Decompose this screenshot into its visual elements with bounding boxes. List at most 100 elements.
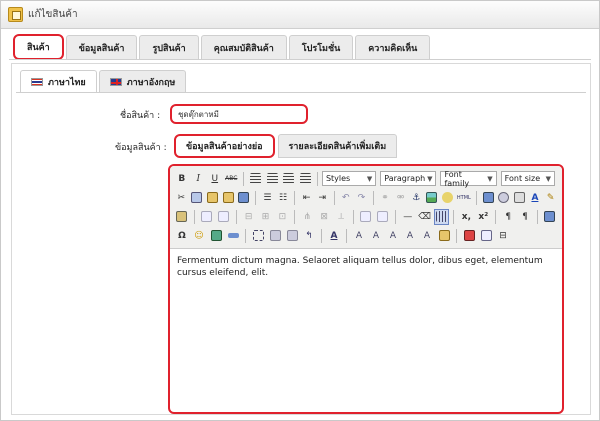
insert-column-icon[interactable]: ⊞	[258, 209, 274, 225]
page-break-icon[interactable]	[478, 228, 494, 244]
tab-comments[interactable]: ความคิดเห็น	[355, 35, 431, 59]
format-select-label: Paragraph	[384, 174, 426, 183]
visual-grid-icon[interactable]	[433, 208, 450, 225]
bold-button[interactable]: B	[174, 171, 190, 187]
delete-column-icon[interactable]: ⊠	[316, 209, 332, 225]
tab-promotion[interactable]: โปรโมชั่น	[288, 35, 354, 59]
edit-css-icon[interactable]	[174, 209, 190, 225]
italic-button[interactable]: I	[191, 171, 207, 187]
media-icon[interactable]	[542, 209, 558, 225]
special-char-icon[interactable]: Ω	[174, 228, 190, 244]
cite-icon[interactable]: A	[351, 228, 367, 244]
editor-content[interactable]: Fermentum dictum magna. Selaoret aliquam…	[170, 249, 562, 285]
toolbar-row-2: ✂ ☰ ☷ ⇤ ⇥ ↶ ↷ ⚭ ⚮ ⚓ HTML A ✎	[174, 188, 558, 207]
ins-icon[interactable]: A	[419, 228, 435, 244]
styles-select-label: Styles	[325, 174, 351, 183]
move-backward-icon[interactable]: ↰	[301, 228, 317, 244]
remove-format-icon[interactable]: ⌫	[417, 209, 433, 225]
info-tabs: ข้อมูลสินค้าอย่างย่อ รายละเอียดสินค้าเพิ…	[174, 134, 398, 158]
visual-aid-icon[interactable]	[358, 209, 374, 225]
font-family-select[interactable]: Font family ▼	[440, 170, 497, 188]
anchor-icon[interactable]: ⚓	[409, 190, 424, 206]
tab-product[interactable]: สินค้า	[13, 34, 64, 60]
paste-icon[interactable]	[205, 190, 220, 206]
product-name-label: ชื่อสินค้า :	[120, 111, 161, 121]
indent-icon[interactable]: ⇥	[315, 190, 330, 206]
template-icon[interactable]	[461, 228, 477, 244]
copy-icon[interactable]	[190, 190, 205, 206]
styleprops-icon[interactable]: A	[326, 228, 342, 244]
fullscreen-icon[interactable]: ⊟	[495, 228, 511, 244]
undo-icon[interactable]: ↶	[338, 190, 353, 206]
chevron-down-icon: ▼	[366, 174, 373, 183]
tab-full-details[interactable]: รายละเอียดสินค้าเพิ่มเติม	[277, 134, 398, 158]
product-name-input[interactable]	[170, 104, 308, 124]
highlight-color-icon[interactable]: ✎	[543, 190, 558, 206]
tab-english-label: ภาษาอังกฤษ	[126, 77, 176, 88]
tab-thai[interactable]: ภาษาไทย	[20, 70, 97, 92]
split-cells-icon[interactable]: ⋔	[299, 209, 315, 225]
insert-row-before-icon[interactable]	[199, 209, 215, 225]
merge-cells-icon[interactable]: ⊡	[274, 209, 290, 225]
redo-icon[interactable]: ↷	[354, 190, 369, 206]
align-justify-icon[interactable]	[297, 171, 313, 187]
move-forward-icon[interactable]	[284, 228, 300, 244]
product-edit-window: แก้ไขสินค้า สินค้า ข้อมูลสินค้า รูปสินค้…	[0, 0, 600, 421]
cell-props-icon[interactable]	[512, 190, 527, 206]
html-source-icon[interactable]: HTML	[456, 190, 472, 206]
toolbar-row-3: ⊟ ⊞ ⊡ ⋔ ⊠ ⟂ — ⌫ x, x² ¶ ¶	[174, 207, 558, 226]
tab-product-properties[interactable]: คุณสมบัติสินค้า	[200, 35, 287, 59]
unlink-icon[interactable]: ⚮	[393, 190, 408, 206]
superscript-icon[interactable]: x²	[475, 209, 491, 225]
styles-select[interactable]: Styles ▼	[321, 171, 377, 186]
paste-word-icon[interactable]	[237, 190, 252, 206]
rtl-icon[interactable]: ¶	[517, 209, 533, 225]
numbered-list-icon[interactable]: ☷	[276, 190, 291, 206]
format-select[interactable]: Paragraph ▼	[380, 171, 437, 186]
align-center-icon[interactable]	[264, 171, 280, 187]
bullet-list-icon[interactable]: ☰	[260, 190, 275, 206]
image-icon[interactable]	[425, 190, 440, 206]
tab-product-images[interactable]: รูปสินค้า	[139, 35, 199, 59]
attribs-icon[interactable]	[436, 228, 452, 244]
select-all-icon[interactable]	[250, 228, 266, 244]
insert-date-icon[interactable]	[225, 228, 241, 244]
language-tabs-divider	[16, 92, 586, 93]
table-icon[interactable]	[481, 190, 496, 206]
row-props-icon[interactable]	[496, 190, 511, 206]
ltr-icon[interactable]: ¶	[500, 209, 516, 225]
align-left-icon[interactable]	[248, 171, 264, 187]
emoticon-icon[interactable]: ☺	[191, 228, 207, 244]
underline-button[interactable]: U	[207, 171, 223, 187]
chevron-down-icon: ▼	[427, 174, 433, 183]
edit-product-icon	[8, 7, 23, 22]
uk-flag-icon	[109, 77, 122, 86]
table-props-icon[interactable]	[375, 209, 391, 225]
strikethrough-button[interactable]: ABC	[224, 171, 240, 187]
font-size-select-label: Font size	[504, 174, 541, 183]
delete-row-icon[interactable]: ⊟	[241, 209, 257, 225]
tab-english[interactable]: ภาษาอังกฤษ	[98, 70, 187, 92]
cut-icon[interactable]: ✂	[174, 190, 189, 206]
column-props-icon[interactable]: ⟂	[333, 209, 349, 225]
tab-product-info[interactable]: ข้อมูลสินค้า	[65, 35, 138, 59]
insert-media-icon[interactable]	[208, 228, 224, 244]
link-icon[interactable]: ⚭	[378, 190, 393, 206]
horizontal-rule-icon[interactable]: —	[400, 209, 416, 225]
tab-short-description[interactable]: ข้อมูลสินค้าอย่างย่อ	[174, 134, 275, 158]
abbr-icon[interactable]: A	[368, 228, 384, 244]
font-size-select[interactable]: Font size ▼	[500, 171, 555, 186]
del-icon[interactable]: A	[402, 228, 418, 244]
subscript-icon[interactable]: x,	[458, 209, 474, 225]
insert-layer-icon[interactable]	[267, 228, 283, 244]
insert-row-after-icon[interactable]	[216, 209, 232, 225]
paste-text-icon[interactable]	[221, 190, 236, 206]
outdent-icon[interactable]: ⇤	[299, 190, 314, 206]
text-color-icon[interactable]: A	[528, 190, 543, 206]
acronym-icon[interactable]: A	[385, 228, 401, 244]
cleanup-icon[interactable]	[440, 190, 455, 206]
align-right-icon[interactable]	[281, 171, 297, 187]
tab-thai-label: ภาษาไทย	[48, 77, 86, 88]
thai-flag-icon	[31, 77, 43, 86]
rich-text-editor: B I U ABC Styles ▼ Paragraph ▼ Font family…	[168, 164, 564, 414]
